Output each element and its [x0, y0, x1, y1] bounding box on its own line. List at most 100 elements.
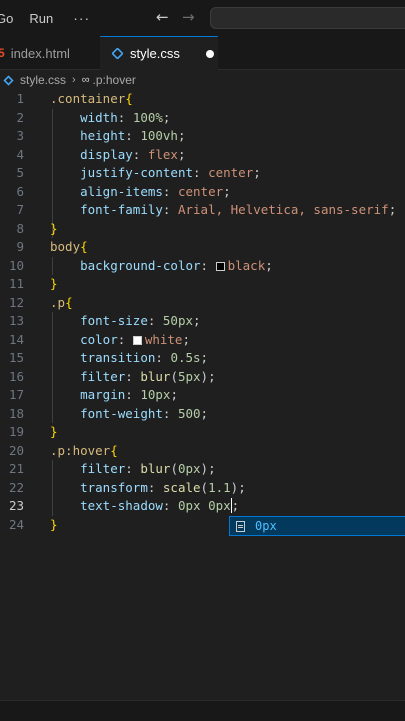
code-line[interactable]: 1 .container{	[0, 90, 405, 109]
code-line[interactable]: 20 .p:hover{	[0, 442, 405, 461]
code-token: font-family	[80, 202, 163, 217]
line-number: 8	[16, 220, 24, 236]
code-line[interactable]: 19}	[0, 423, 405, 442]
code-token: ;	[200, 350, 209, 365]
code-token: .p:hover	[50, 442, 111, 458]
line-number: 22	[8, 479, 24, 495]
code-token: :	[162, 405, 178, 421]
code-token: white	[144, 331, 183, 347]
code-text: font-weight: 500;	[50, 405, 208, 424]
code-token: 500	[177, 405, 201, 421]
command-center-search[interactable]	[210, 7, 405, 29]
code-token: display	[80, 146, 133, 162]
code-text: transition: 0.5s;	[50, 349, 208, 368]
code-text: display: flex;	[50, 146, 186, 165]
breadcrumb-symbol[interactable]: .p:hover	[93, 73, 136, 87]
arrow-left-icon[interactable]: ←	[156, 8, 169, 26]
code-token: font-size	[80, 313, 148, 328]
line-number: 10	[8, 257, 24, 273]
code-token: filter	[80, 368, 126, 384]
code-token: {	[125, 91, 133, 106]
code-line[interactable]: 7 font-family: Arial, Helvetica, sans-se…	[0, 201, 405, 220]
code-line[interactable]: 8}	[0, 220, 405, 239]
code-token: 5px	[177, 368, 201, 384]
code-line[interactable]: 23 text-shadow: 0px 0px;	[0, 497, 405, 516]
tab-style-css[interactable]: style.css	[100, 36, 218, 70]
code-token: flex	[147, 146, 178, 162]
code-token: color	[80, 331, 118, 347]
code-token: background-color	[80, 257, 201, 273]
line-number: 5	[16, 165, 24, 180]
breadcrumb-file[interactable]: style.css	[20, 73, 66, 87]
code-text: }	[50, 275, 58, 294]
unsaved-dot-icon[interactable]	[205, 49, 214, 58]
code-text: align-items: center;	[50, 183, 231, 202]
color-swatch-icon[interactable]	[215, 261, 225, 271]
code-token: :	[117, 331, 133, 347]
code-text: }	[50, 516, 58, 535]
code-token: ;	[170, 387, 178, 402]
code-line[interactable]: 5 justify-content: center;	[0, 164, 405, 183]
tab-label: index.html	[10, 45, 70, 61]
code-line[interactable]: 14 color: white;	[0, 331, 405, 350]
code-line[interactable]: 9 body{	[0, 238, 405, 257]
chevron-right-icon: ›	[72, 74, 76, 86]
tab-label: style.css	[130, 46, 180, 61]
code-token: {	[65, 294, 73, 310]
code-token: transform	[80, 479, 148, 495]
line-number: 9	[16, 239, 24, 254]
code-token: 100vh	[140, 128, 178, 143]
code-line[interactable]: 21 filter: blur(0px);	[0, 460, 405, 479]
code-line[interactable]: 22 transform: scale(1.1);	[0, 479, 405, 498]
code-token: ;	[200, 405, 209, 421]
code-token: :	[162, 498, 178, 513]
title-bar: Go Run ··· ← →	[0, 0, 405, 36]
line-number: 14	[8, 331, 24, 347]
code-token: {	[80, 239, 88, 254]
code-token: Arial, Helvetica, sans-serif	[177, 202, 389, 217]
symbol-icon: ∞	[81, 74, 90, 86]
code-token: blur	[140, 368, 171, 384]
code-line[interactable]: 10 background-color: black;	[0, 257, 405, 276]
line-number: 2	[16, 109, 24, 125]
code-editor[interactable]: 1 .container{2 width: 100%; 3 height: 100v…	[0, 90, 405, 700]
code-line[interactable]: 3 height: 100vh;	[0, 127, 405, 146]
code-line[interactable]: 16 filter: blur(5px);	[0, 368, 405, 387]
menu-go[interactable]: Go	[0, 11, 13, 26]
code-text: background-color: black;	[50, 257, 273, 276]
code-token: 50px	[162, 313, 194, 328]
code-line[interactable]: 12 .p{	[0, 294, 405, 313]
code-token: :	[125, 461, 141, 476]
code-line[interactable]: 4 display: flex;	[0, 146, 405, 165]
code-line[interactable]: 6 align-items: center;	[0, 183, 405, 202]
code-token: {	[110, 442, 118, 458]
code-token: }	[50, 276, 58, 291]
code-line[interactable]: 18 font-weight: 500;	[0, 405, 405, 424]
menu-run[interactable]: Run	[29, 11, 53, 26]
code-token: align-items	[80, 183, 163, 199]
code-text: font-family: Arial, Helvetica, sans-seri…	[50, 201, 396, 220]
autocomplete-suggestion[interactable]: 0px	[229, 516, 405, 536]
code-line[interactable]: 15 transition: 0.5s;	[0, 349, 405, 368]
color-swatch-icon[interactable]	[132, 335, 142, 345]
code-token: ;	[177, 146, 186, 162]
more-menu-icon[interactable]: ···	[73, 10, 90, 26]
code-line[interactable]: 17 margin: 10px;	[0, 386, 405, 405]
line-number: 18	[8, 405, 24, 421]
code-line[interactable]: 11}	[0, 275, 405, 294]
code-line[interactable]: 2 width: 100%;	[0, 109, 405, 128]
arrow-right-icon[interactable]: →	[182, 8, 195, 26]
line-number: 4	[16, 146, 24, 162]
code-line[interactable]: 13 font-size: 50px;	[0, 312, 405, 331]
tab-index-html[interactable]: 5 index.html	[0, 36, 100, 70]
code-token: }	[50, 516, 58, 532]
code-token: ;	[265, 257, 273, 273]
code-token: :	[125, 387, 141, 402]
